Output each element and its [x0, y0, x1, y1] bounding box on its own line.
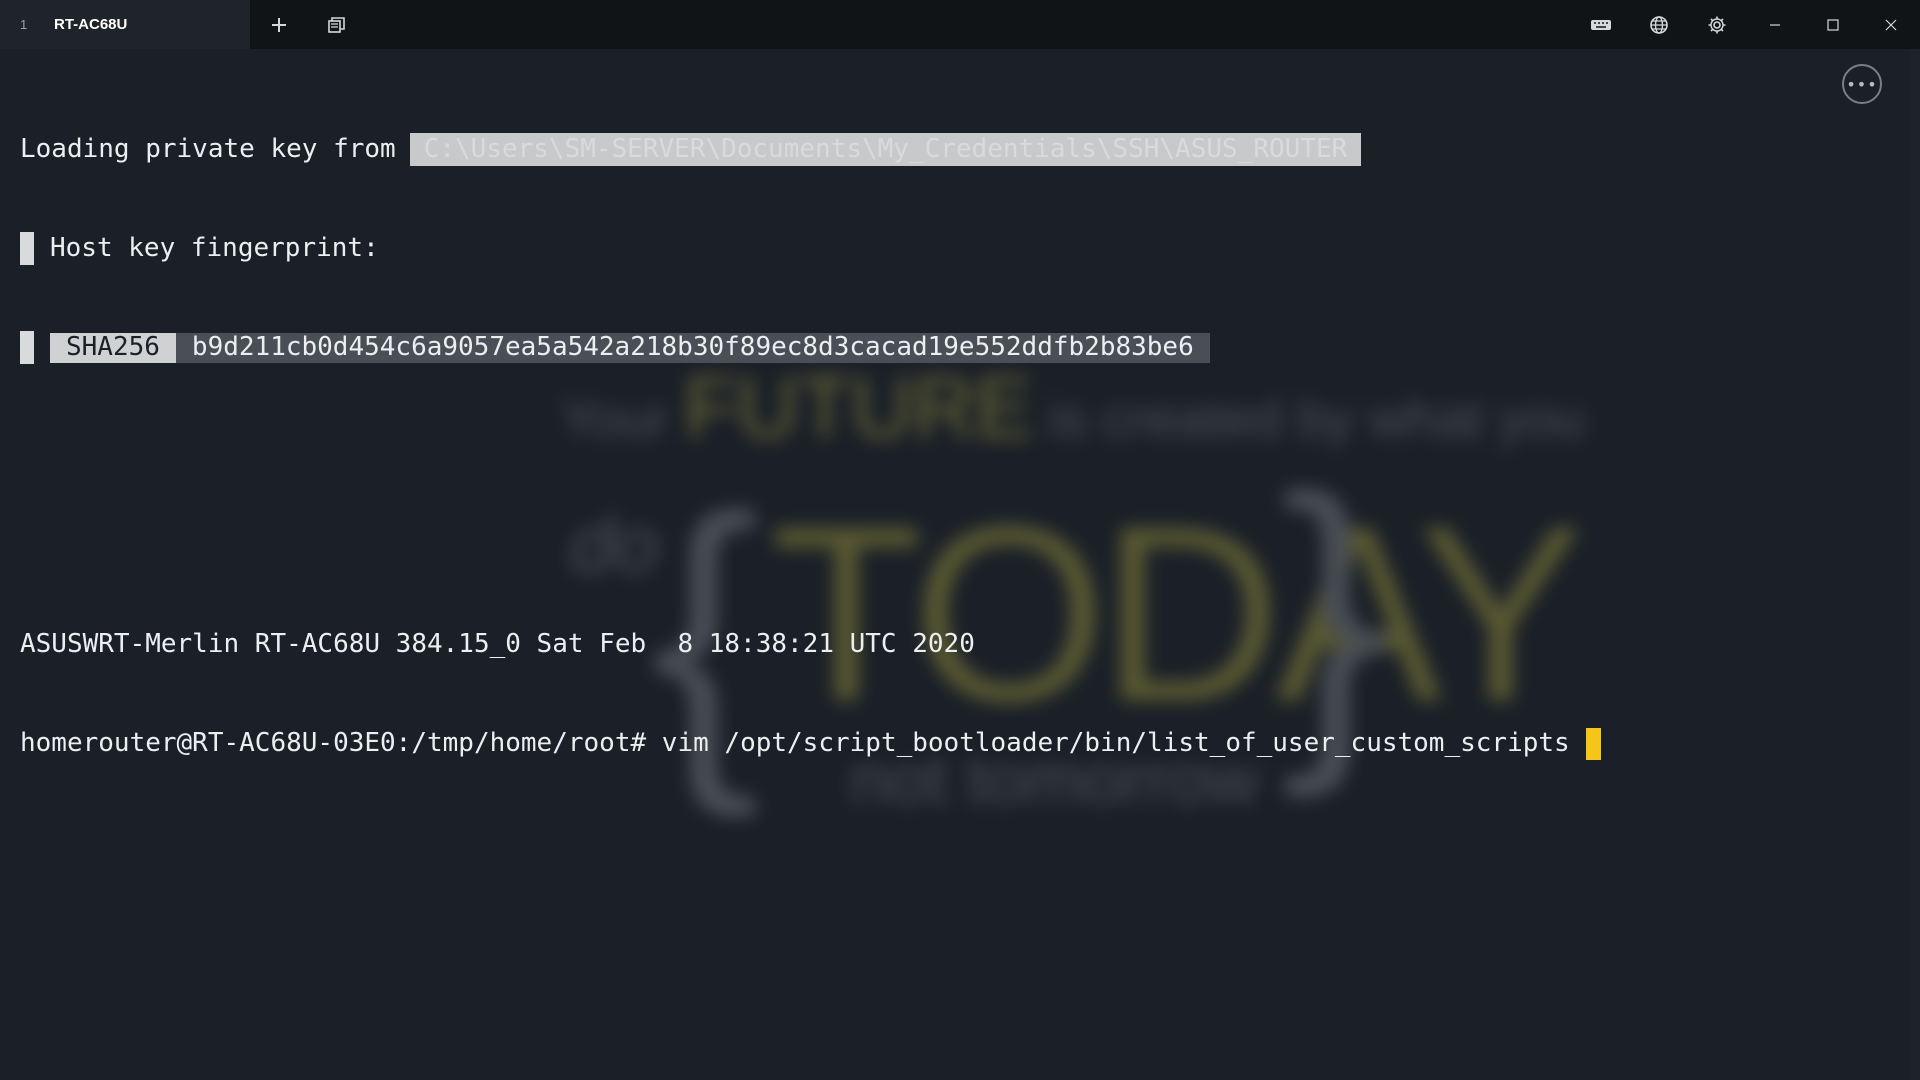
new-tab-button[interactable]: [250, 0, 308, 49]
terminal-line: homerouter@RT-AC68U-03E0:/tmp/home/root#…: [20, 727, 1860, 760]
keyboard-icon: [1591, 19, 1611, 30]
gear-icon: [1708, 16, 1726, 33]
sha-value: b9d211cb0d454c6a9057ea5a542a218b30f89ec8…: [175, 332, 1210, 363]
scrollbar[interactable]: [1910, 49, 1920, 1080]
title-right-controls: [1572, 0, 1920, 49]
terminal-line-empty: [20, 430, 1860, 463]
terminal-line: ASUSWRT-Merlin RT-AC68U 384.15_0 Sat Feb…: [20, 628, 1860, 661]
tab-index: 1: [20, 17, 28, 32]
title-drag-area[interactable]: [366, 0, 1572, 49]
plus-icon: [272, 17, 286, 32]
keyboard-button[interactable]: [1572, 0, 1630, 49]
sha-label: SHA256: [50, 332, 176, 363]
globe-button[interactable]: [1630, 0, 1688, 49]
duplicate-window-icon: [328, 16, 345, 33]
terminal-line: SHA256 b9d211cb0d454c6a9057ea5a542a218b30…: [20, 331, 1860, 364]
terminal-pane[interactable]: Your FUTURE is created by what you do { …: [0, 49, 1920, 1080]
block-bar: [20, 331, 34, 364]
close-button[interactable]: [1862, 0, 1920, 49]
command-input[interactable]: vim /opt/script_bootloader/bin/list_of_u…: [662, 727, 1570, 760]
duplicate-tab-button[interactable]: [308, 0, 366, 49]
shell-prompt: homerouter@RT-AC68U-03E0:/tmp/home/root#: [20, 728, 647, 758]
key-path-highlight: C:\Users\SM-SERVER\Documents\My_Credenti…: [409, 133, 1362, 166]
ellipsis-icon: •••: [1846, 74, 1878, 94]
globe-icon: [1650, 15, 1668, 34]
more-options-button[interactable]: •••: [1842, 64, 1882, 104]
terminal-line: Loading private key from C:\Users\SM-SERV…: [20, 133, 1860, 166]
banner-text: ASUSWRT-Merlin RT-AC68U 384.15_0 Sat Feb…: [20, 629, 975, 659]
loading-key-text: Loading private key from: [20, 134, 396, 164]
block-bar: [20, 232, 34, 265]
settings-button[interactable]: [1688, 0, 1746, 49]
tab-title: RT-AC68U: [54, 16, 128, 33]
minimize-icon: [1770, 23, 1780, 26]
maximize-icon: [1827, 18, 1839, 31]
tab-rt-ac68u[interactable]: 1 RT-AC68U: [0, 0, 250, 49]
minimize-button[interactable]: [1746, 0, 1804, 49]
host-key-text: Host key fingerprint:: [50, 233, 379, 263]
terminal-output[interactable]: Loading private key from C:\Users\SM-SERV…: [20, 67, 1860, 826]
text-cursor: [1585, 727, 1601, 760]
close-icon: [1885, 19, 1897, 30]
maximize-button[interactable]: [1804, 0, 1862, 49]
terminal-line: Host key fingerprint:: [20, 232, 1860, 265]
title-bar: 1 RT-AC68U: [0, 0, 1920, 49]
terminal-line-empty: [20, 529, 1860, 562]
